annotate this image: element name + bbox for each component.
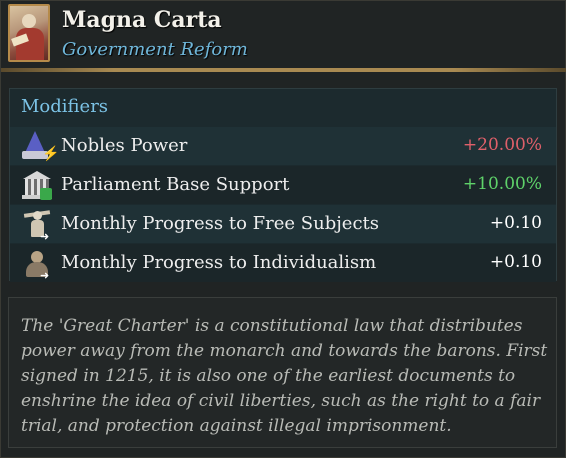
reform-type: Government Reform	[62, 39, 248, 60]
modifiers-panel: Modifiers ⚡ Nobles Power +20.00% Parliam…	[9, 88, 557, 282]
modifier-row-free-subjects: ➜ Monthly Progress to Free Subjects +0.1…	[10, 205, 556, 243]
magna-carta-portrait-icon	[8, 4, 50, 62]
modifier-value: +0.10	[489, 252, 542, 272]
nobles-power-icon: ⚡	[22, 131, 59, 161]
modifier-label: Nobles Power	[61, 135, 188, 156]
parliament-icon	[22, 170, 52, 200]
modifier-value: +0.10	[489, 213, 542, 233]
modifier-value: +10.00%	[462, 174, 542, 194]
individualism-icon: ➜	[22, 248, 52, 281]
modifiers-heading: Modifiers	[21, 96, 109, 117]
reform-tooltip: Magna Carta Government Reform Modifiers …	[0, 0, 566, 458]
modifier-row-nobles-power: ⚡ Nobles Power +20.00%	[10, 127, 556, 165]
modifier-label: Parliament Base Support	[61, 174, 290, 195]
modifier-label: Monthly Progress to Individualism	[61, 252, 377, 273]
header-divider	[1, 68, 566, 72]
reform-title: Magna Carta	[62, 7, 222, 33]
modifier-row-individualism: ➜ Monthly Progress to Individualism +0.1…	[10, 244, 556, 282]
tooltip-header: Magna Carta Government Reform	[1, 1, 566, 72]
description-text: The 'Great Charter' is a constitutional …	[21, 316, 548, 436]
description-panel: The 'Great Charter' is a constitutional …	[8, 297, 557, 448]
modifier-row-parliament-support: Parliament Base Support +10.00%	[10, 166, 556, 204]
modifier-label: Monthly Progress to Free Subjects	[61, 213, 380, 234]
modifier-value: +20.00%	[462, 135, 542, 155]
free-subjects-icon: ➜	[22, 209, 52, 242]
